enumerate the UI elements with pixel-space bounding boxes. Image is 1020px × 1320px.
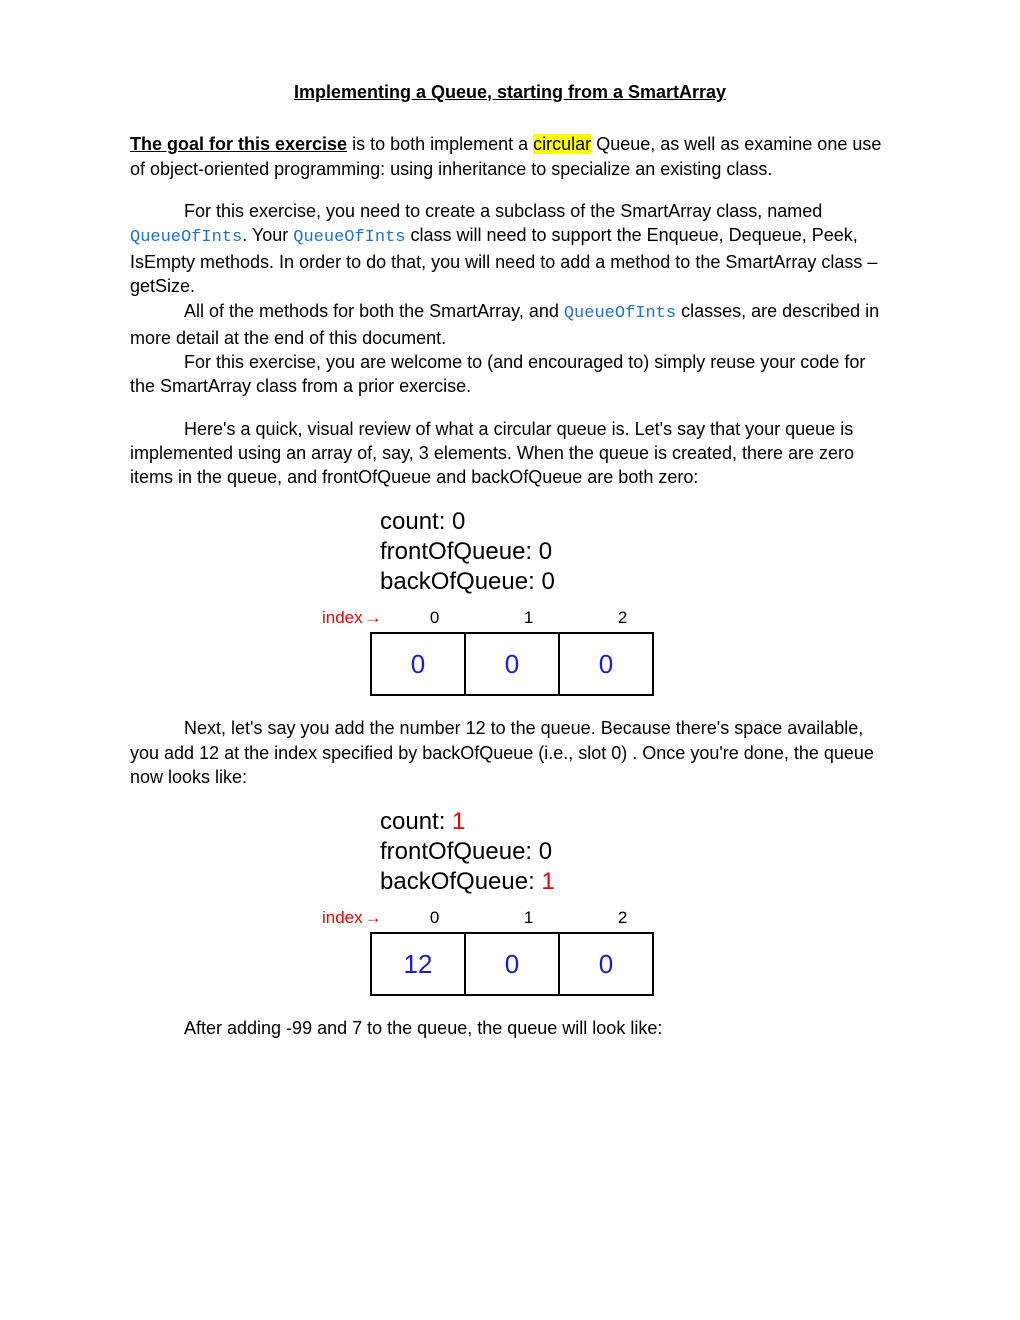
p7: After adding -99 and 7 to the queue, the… (184, 1018, 662, 1038)
diag2-array: 12 0 0 (370, 932, 654, 996)
p3a: All of the methods for both the SmartArr… (184, 301, 564, 321)
diag2-count-val: 1 (452, 808, 465, 835)
diagram-2: count: 1 frontOfQueue: 0 backOfQueue: 1 … (340, 807, 680, 996)
p4: For this exercise, you are welcome to (a… (130, 352, 865, 396)
diag1-back-val: 0 (541, 568, 554, 595)
diag1-count-val: 0 (452, 508, 465, 535)
p2b: . Your (242, 225, 293, 245)
p6: Next, let's say you add the number 12 to… (130, 718, 874, 787)
p2a: For this exercise, you need to create a … (184, 201, 822, 221)
diag2-idx-1: 1 (482, 907, 576, 930)
diag2-cell-2: 0 (559, 933, 653, 995)
goal-label: The goal for this exercise (130, 134, 347, 154)
diag1-count-label: count: (380, 508, 452, 535)
highlight-circular: circular (533, 134, 591, 154)
para-add-more: After adding -99 and 7 to the queue, the… (130, 1016, 890, 1040)
diag2-front-label: frontOfQueue: (380, 838, 539, 865)
arrow-icon: → (365, 907, 382, 930)
page-title: Implementing a Queue, starting from a Sm… (130, 80, 890, 104)
diagram-1: count: 0 frontOfQueue: 0 backOfQueue: 0 … (340, 507, 680, 696)
diag1-idx-2: 2 (576, 607, 670, 630)
diag2-back-val: 1 (541, 868, 554, 895)
diag2-state: count: 1 frontOfQueue: 0 backOfQueue: 1 (380, 807, 680, 897)
diag2-cell-0: 12 (371, 933, 465, 995)
diag2-back-label: backOfQueue: (380, 868, 541, 895)
diag1-back-label: backOfQueue: (380, 568, 541, 595)
index-label: index (322, 607, 363, 630)
diag1-idx-0: 0 (388, 607, 482, 630)
index-label: index (322, 907, 363, 930)
diag1-cell-0: 0 (371, 633, 465, 695)
diag2-cell-1: 0 (465, 933, 559, 995)
code-queueofints-1: QueueOfInts (130, 228, 242, 247)
arrow-icon: → (365, 607, 382, 630)
diag2-index-row: index → 0 1 2 (322, 907, 680, 930)
goal-text-1: is to both implement a (347, 134, 533, 154)
para-visual-intro: Here's a quick, visual review of what a … (130, 417, 890, 490)
para-add-12: Next, let's say you add the number 12 to… (130, 716, 890, 789)
p5: Here's a quick, visual review of what a … (130, 419, 854, 488)
diag2-idx-2: 2 (576, 907, 670, 930)
diag1-cell-2: 0 (559, 633, 653, 695)
diag1-front-label: frontOfQueue: (380, 538, 539, 565)
code-queueofints-2: QueueOfInts (293, 228, 405, 247)
diag1-front-val: 0 (539, 538, 552, 565)
diag1-cell-1: 0 (465, 633, 559, 695)
diag2-count-label: count: (380, 808, 452, 835)
diag1-array: 0 0 0 (370, 632, 654, 696)
diag2-idx-0: 0 (388, 907, 482, 930)
diag1-state: count: 0 frontOfQueue: 0 backOfQueue: 0 (380, 507, 680, 597)
goal-paragraph: The goal for this exercise is to both im… (130, 132, 890, 181)
diag2-front-val: 0 (539, 838, 552, 865)
diag1-index-row: index → 0 1 2 (322, 607, 680, 630)
para-subclass: For this exercise, you need to create a … (130, 199, 890, 399)
code-queueofints-3: QueueOfInts (564, 304, 676, 323)
diag1-idx-1: 1 (482, 607, 576, 630)
